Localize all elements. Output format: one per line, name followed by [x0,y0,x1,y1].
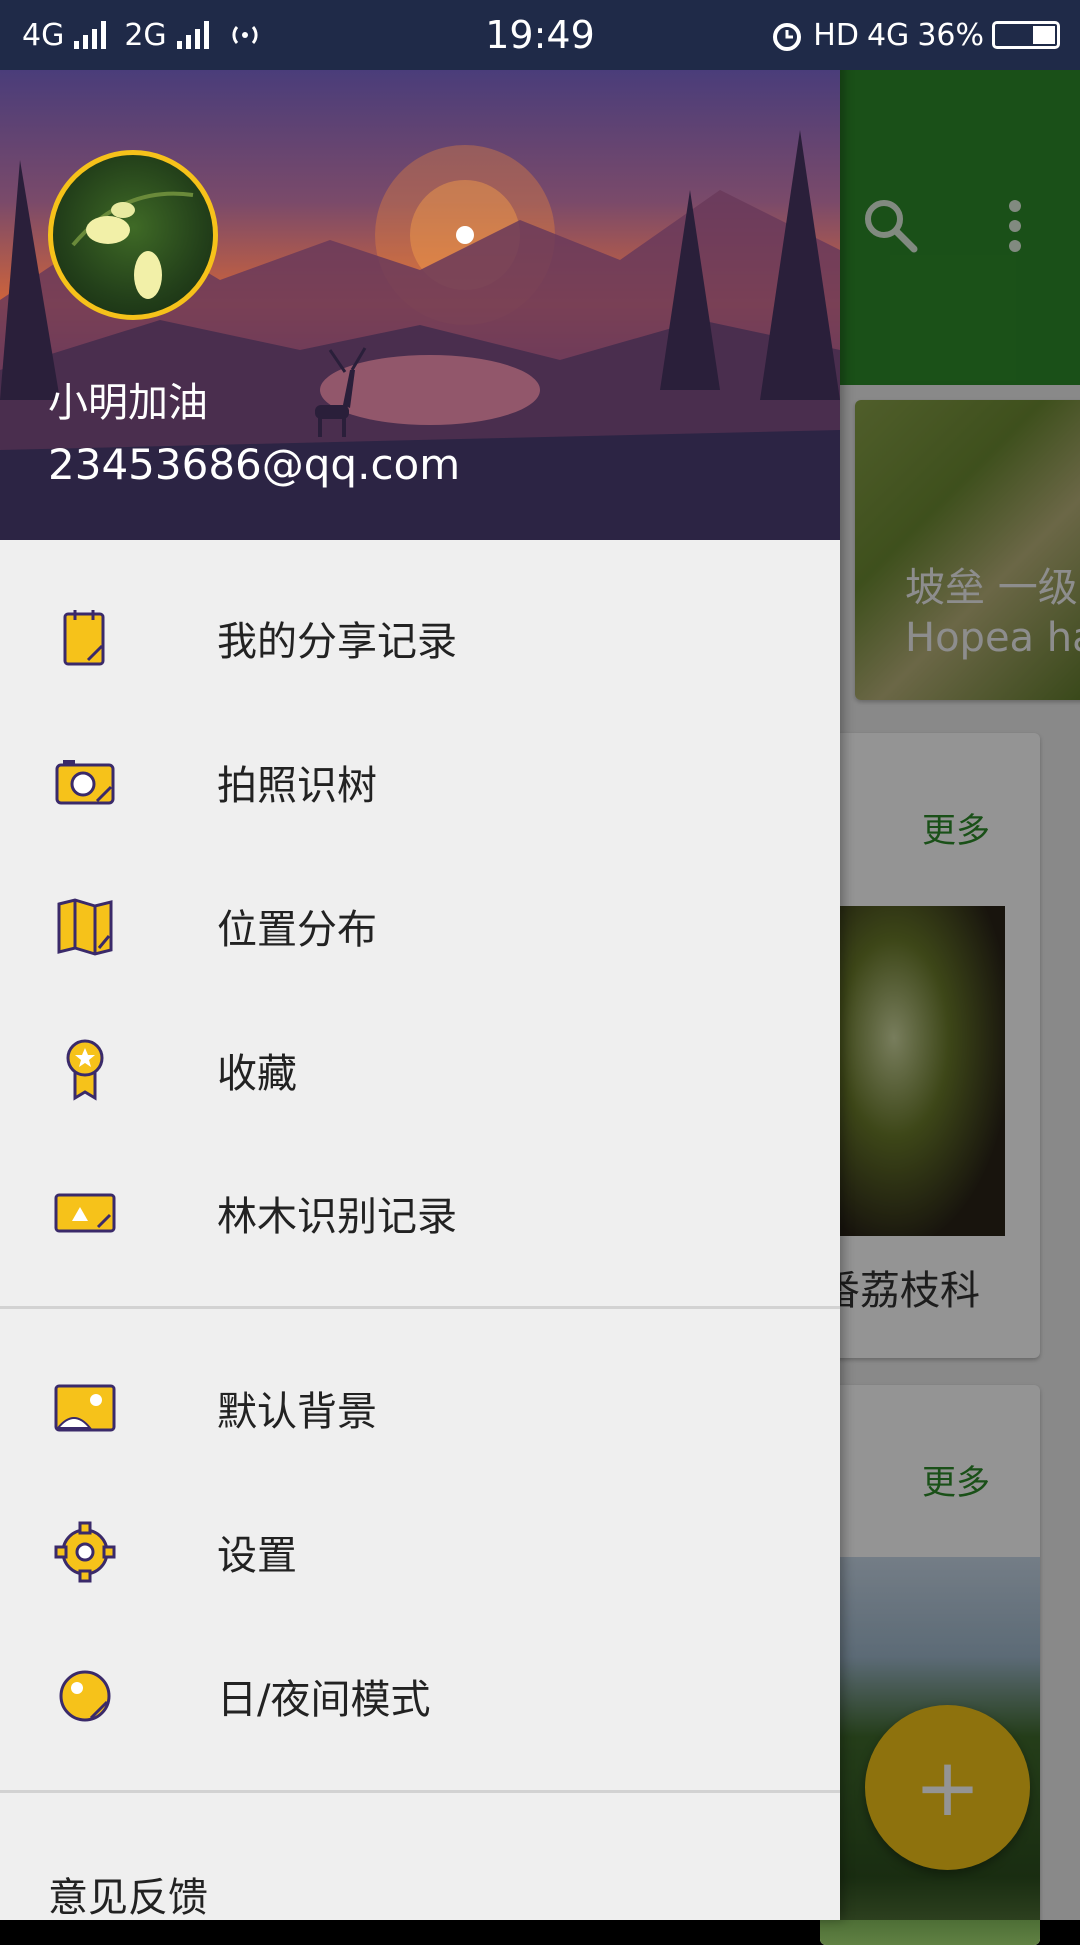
menu-item-share-records[interactable]: 我的分享记录 [0,568,840,708]
menu-item-default-background[interactable]: 默认背景 [0,1338,840,1478]
battery-icon [992,21,1060,49]
menu-label: 我的分享记录 [217,619,457,665]
feedback-link[interactable]: 意见反馈 [48,1865,208,1923]
menu-label: 日/夜间模式 [217,1677,431,1723]
user-name: 小明加油 [48,380,208,426]
avatar[interactable] [48,150,218,320]
menu-divider [0,1790,840,1793]
map-icon [50,891,120,961]
gear-icon [50,1517,120,1587]
medal-icon [50,1035,120,1105]
menu-item-day-night-mode[interactable]: 日/夜间模式 [0,1626,840,1766]
moon-icon [50,1661,120,1731]
menu-label: 林木识别记录 [217,1194,457,1240]
menu-label: 收藏 [217,1051,297,1097]
status-bar: 4G 2G 19:49 HD 4G 36% [0,0,1080,70]
menu-label: 位置分布 [217,907,377,953]
drawer-header: 小明加油 23453686@qq.com [0,70,840,540]
battery-percent: 36% [917,17,984,53]
user-email: 23453686@qq.com [48,440,461,489]
image-icon [50,1373,120,1443]
notepad-icon [50,603,120,673]
menu-item-settings[interactable]: 设置 [0,1482,840,1622]
menu-label: 拍照识树 [217,763,377,809]
navigation-drawer: 小明加油 23453686@qq.com 我的分享记录 拍照识树 位置分布 收藏… [0,0,840,1923]
menu-label: 设置 [217,1533,297,1579]
menu-divider [0,1306,840,1309]
camera-icon [50,747,120,817]
flower-avatar-image [71,191,194,299]
menu-item-identify-records[interactable]: 林木识别记录 [0,1143,840,1283]
hd-label: HD [813,17,859,53]
network-type-label: 4G [866,17,910,53]
menu-item-photo-identify[interactable]: 拍照识树 [0,712,840,852]
menu-item-favorites[interactable]: 收藏 [0,1000,840,1140]
alarm-icon [773,23,802,51]
id-card-icon [50,1178,120,1248]
menu-item-location[interactable]: 位置分布 [0,856,840,996]
menu-label: 默认背景 [217,1389,377,1435]
